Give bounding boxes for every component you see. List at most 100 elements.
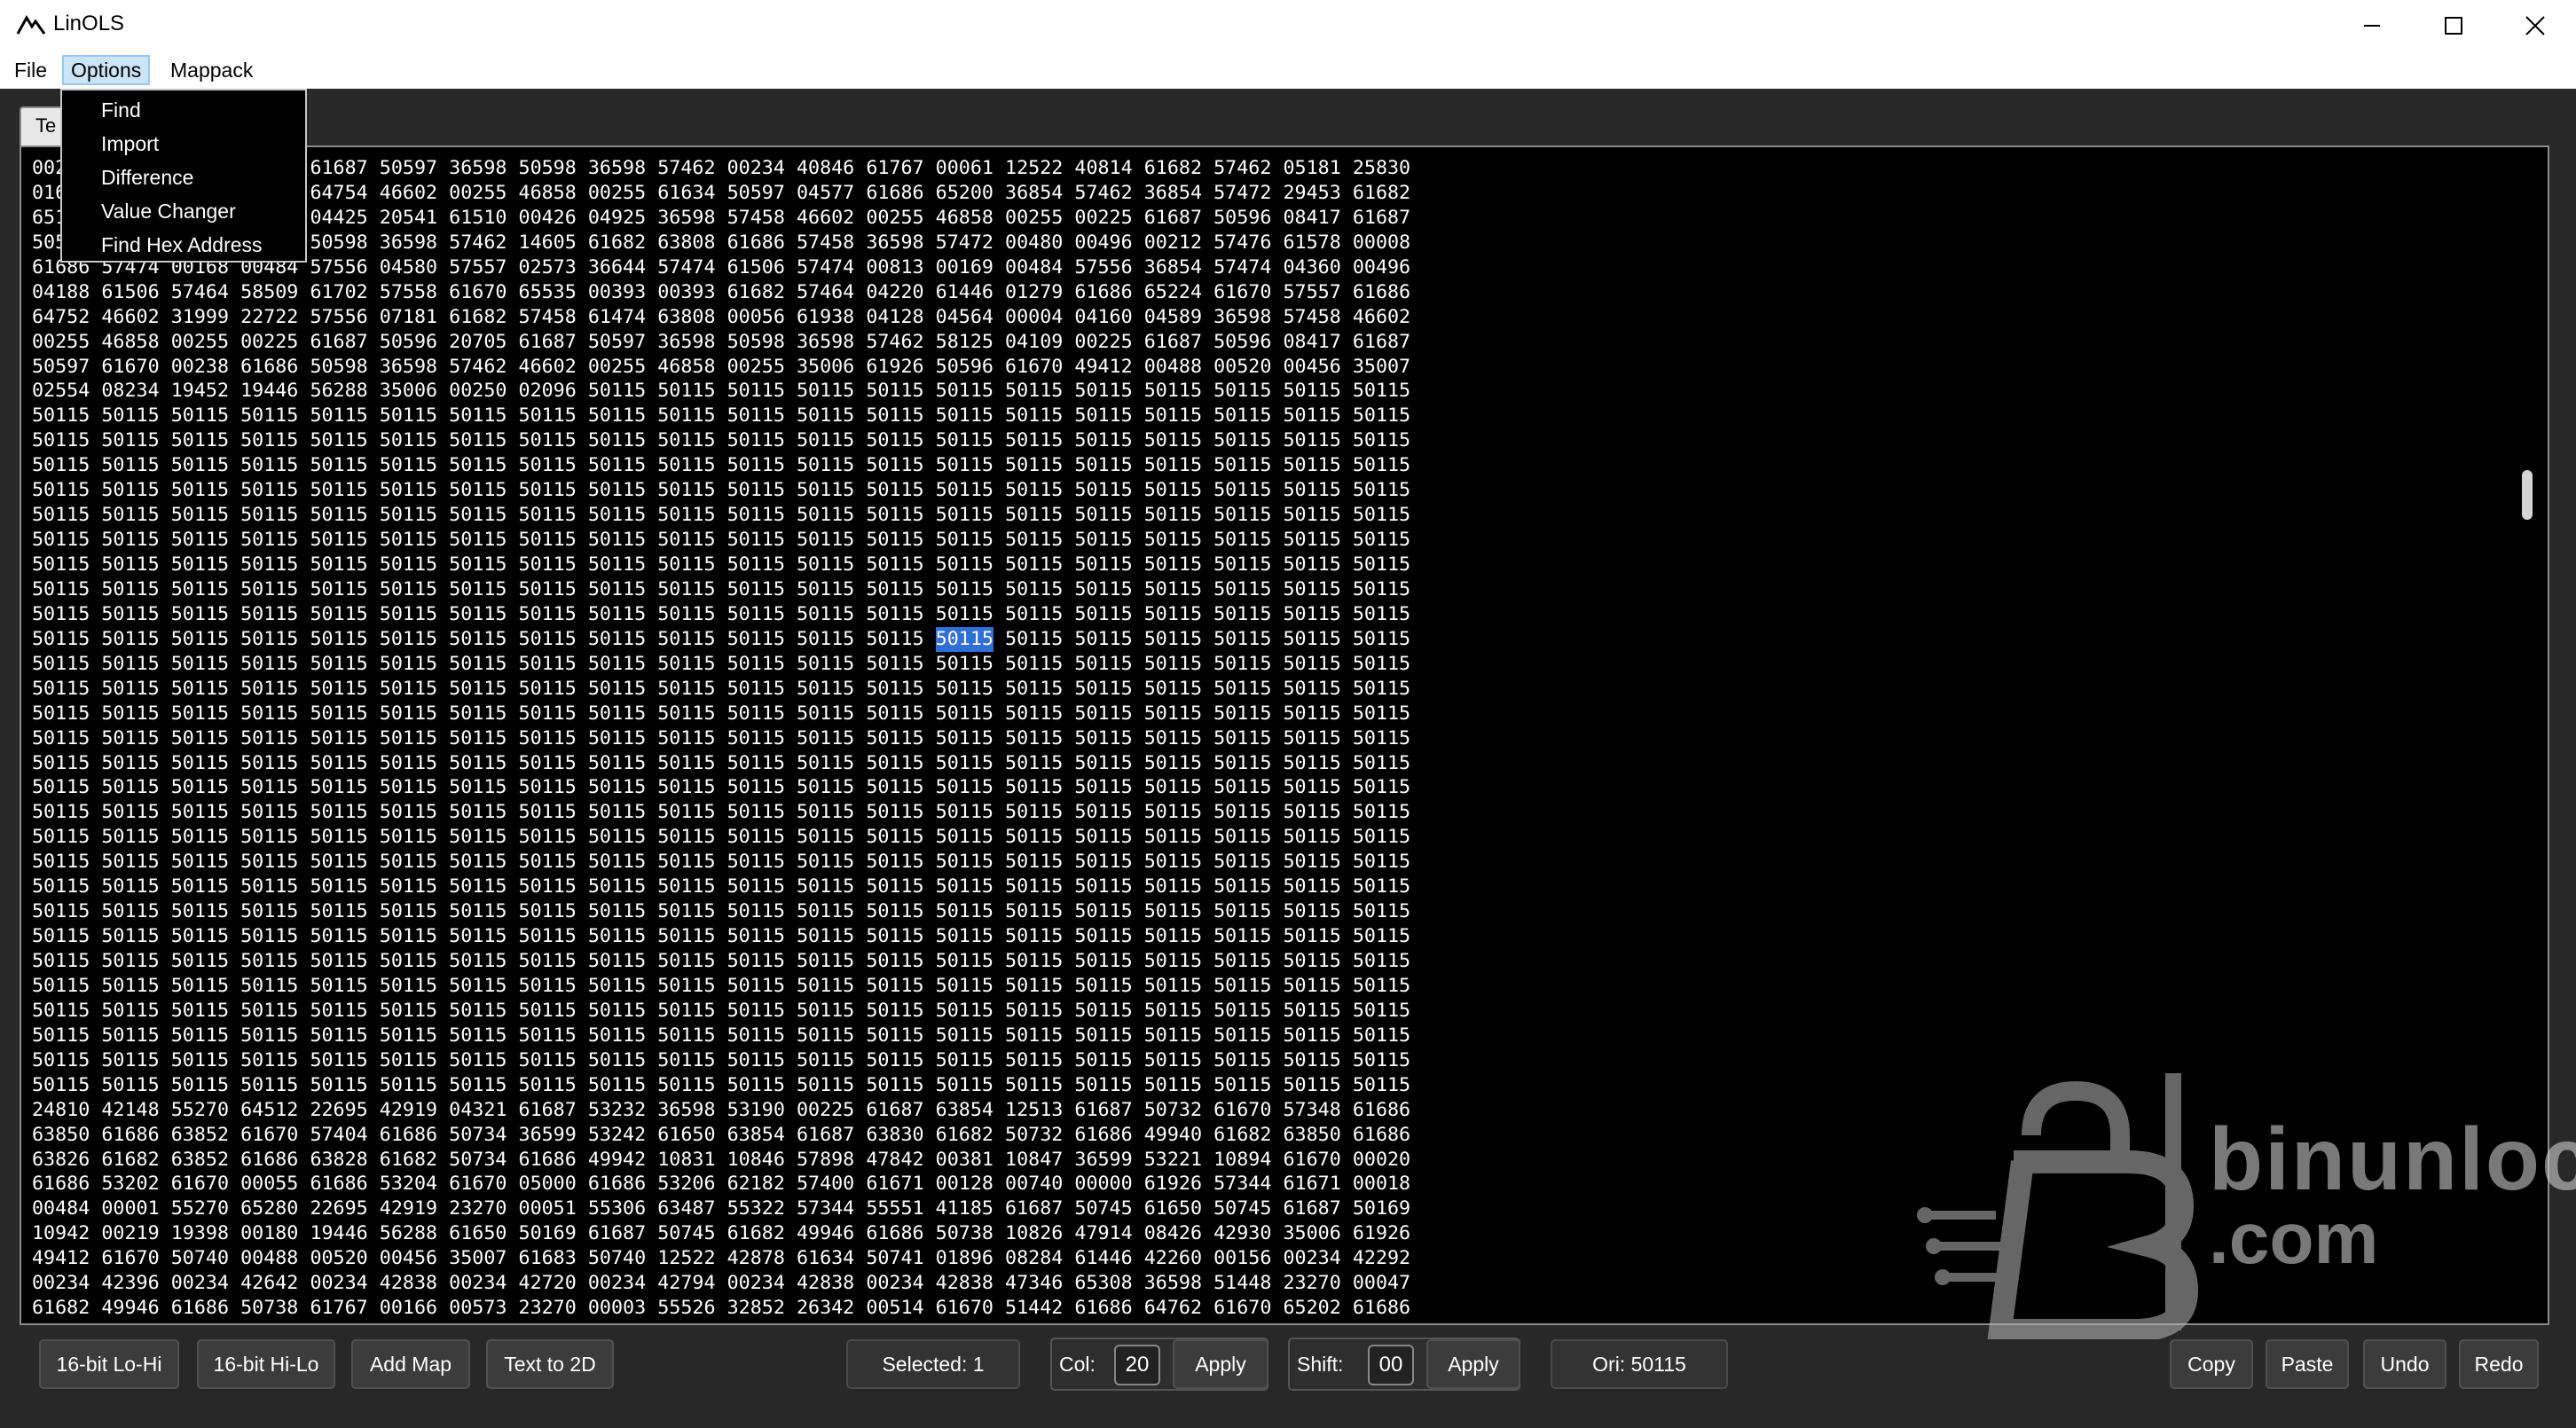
grid-cell[interactable]: 50115 <box>797 652 854 677</box>
grid-cell[interactable]: 35007 <box>1353 355 1410 380</box>
grid-cell[interactable]: 00255 <box>588 355 646 380</box>
grid-cell[interactable]: 50115 <box>866 974 923 999</box>
grid-cell[interactable]: 64752 <box>32 305 90 330</box>
grid-cell[interactable]: 50115 <box>727 726 785 751</box>
grid-cell[interactable]: 36598 <box>657 1098 715 1123</box>
grid-cell[interactable]: 50115 <box>866 503 923 528</box>
grid-cell[interactable]: 08417 <box>1283 330 1340 355</box>
grid-cell[interactable]: 50115 <box>32 1024 90 1048</box>
grid-cell[interactable]: 63808 <box>657 231 715 255</box>
grid-cell[interactable]: 61670 <box>936 1296 993 1321</box>
grid-cell[interactable]: 55526 <box>657 1296 715 1321</box>
grid-cell[interactable]: 08426 <box>1144 1221 1202 1246</box>
grid-cell[interactable]: 50115 <box>1213 800 1271 825</box>
grid-cell[interactable]: 50115 <box>380 652 437 677</box>
grid-cell[interactable]: 50115 <box>1353 850 1410 875</box>
grid-cell[interactable]: 50115 <box>727 800 785 825</box>
grid-cell[interactable]: 61634 <box>657 181 715 206</box>
grid-cell[interactable]: 65202 <box>1283 1296 1340 1321</box>
grid-cell[interactable]: 50115 <box>936 503 993 528</box>
grid-cell[interactable]: 50115 <box>101 627 159 652</box>
grid-cell[interactable]: 50115 <box>449 999 507 1024</box>
grid-cell[interactable]: 61687 <box>1353 206 1410 231</box>
grid-cell[interactable]: 50115 <box>449 503 507 528</box>
grid-cell[interactable]: 50115 <box>1074 577 1132 602</box>
grid-cell[interactable]: 50115 <box>449 899 507 924</box>
grid-cell[interactable]: 50115 <box>866 379 923 404</box>
grid-cell[interactable]: 57464 <box>171 280 229 305</box>
grid-cell[interactable]: 50115 <box>449 825 507 850</box>
grid-cell[interactable]: 50115 <box>1353 949 1410 974</box>
grid-cell[interactable]: 57474 <box>797 255 854 280</box>
menu-item-find[interactable]: Find <box>101 94 141 126</box>
grid-cell[interactable]: 50115 <box>519 800 577 825</box>
scrollbar-thumb[interactable] <box>2522 470 2533 520</box>
grid-cell[interactable]: 50115 <box>797 825 854 850</box>
grid-cell[interactable]: 50115 <box>1353 627 1410 652</box>
text-to-2d-button[interactable]: Text to 2D <box>486 1339 614 1389</box>
grid-cell[interactable]: 50115 <box>936 528 993 553</box>
grid-cell[interactable]: 51450 <box>588 1321 646 1323</box>
grid-cell[interactable]: 61686 <box>240 355 298 380</box>
grid-cell[interactable]: 01279 <box>1005 280 1063 305</box>
grid-cell[interactable]: 00225 <box>797 1098 854 1123</box>
grid-cell[interactable]: 57556 <box>310 255 367 280</box>
grid-cell[interactable]: 50115 <box>1353 999 1410 1024</box>
grid-cell[interactable]: 00234 <box>449 1271 507 1296</box>
grid-cell[interactable]: 00234 <box>310 1271 367 1296</box>
grid-cell[interactable]: 50115 <box>1213 404 1271 428</box>
grid-cell[interactable]: 50115 <box>1353 800 1410 825</box>
grid-cell[interactable]: 50115 <box>1074 850 1132 875</box>
grid-cell[interactable]: 00393 <box>657 280 715 305</box>
grid-cell[interactable]: 50115 <box>1144 677 1202 702</box>
grid-cell[interactable]: 42838 <box>380 1271 437 1296</box>
grid-cell[interactable]: 36598 <box>380 231 437 255</box>
grid-cell[interactable]: 50115 <box>310 850 367 875</box>
grid-cell[interactable]: 50115 <box>1283 627 1340 652</box>
grid-cell[interactable]: 00813 <box>866 255 923 280</box>
grid-cell[interactable]: 50115 <box>310 899 367 924</box>
grid-cell[interactable]: 10942 <box>32 1221 90 1246</box>
grid-cell[interactable]: 42720 <box>519 1271 577 1296</box>
grid-cell[interactable]: 50115 <box>657 825 715 850</box>
grid-cell[interactable]: 50115 <box>588 726 646 751</box>
grid-cell[interactable]: 50115 <box>727 875 785 899</box>
grid-cell[interactable]: 50115 <box>310 602 367 627</box>
grid-cell[interactable]: 50115 <box>657 677 715 702</box>
grid-cell[interactable]: 35006 <box>1283 1221 1340 1246</box>
grid-cell[interactable]: 50115 <box>1353 404 1410 428</box>
grid-cell[interactable]: 12522 <box>1005 156 1063 181</box>
grid-cell[interactable]: 50115 <box>101 453 159 478</box>
grid-cell[interactable]: 50115 <box>310 528 367 553</box>
grid-cell[interactable]: 61686 <box>1074 1296 1132 1321</box>
grid-cell[interactable]: 63830 <box>866 1123 923 1148</box>
grid-cell[interactable]: 50115 <box>1283 453 1340 478</box>
grid-cell[interactable]: 50115 <box>240 503 298 528</box>
grid-cell[interactable]: 36598 <box>449 156 507 181</box>
grid-cell[interactable]: 50115 <box>101 702 159 726</box>
grid-cell[interactable]: 50115 <box>32 503 90 528</box>
grid-cell[interactable]: 00573 <box>449 1296 507 1321</box>
grid-cell[interactable]: 50115 <box>797 775 854 800</box>
grid-cell[interactable]: 02096 <box>519 379 577 404</box>
grid-cell[interactable]: 50115 <box>936 553 993 577</box>
grid-cell[interactable]: 46858 <box>657 355 715 380</box>
grid-cell[interactable]: 08284 <box>1005 1246 1063 1271</box>
grid-cell[interactable]: 50115 <box>936 1073 993 1098</box>
paste-button[interactable]: Paste <box>2266 1339 2349 1389</box>
grid-cell[interactable]: 63828 <box>310 1148 367 1173</box>
grid-cell[interactable]: 50115 <box>657 478 715 503</box>
grid-cell[interactable]: 61686 <box>1074 1123 1132 1148</box>
grid-cell[interactable]: 50115 <box>449 528 507 553</box>
grid-cell[interactable]: 50115 <box>1283 800 1340 825</box>
grid-cell[interactable]: 50115 <box>727 503 785 528</box>
menu-mappack[interactable]: Mappack <box>163 55 260 85</box>
grid-cell[interactable]: 47346 <box>1005 1271 1063 1296</box>
grid-cell[interactable]: 50115 <box>797 478 854 503</box>
grid-cell[interactable]: 50115 <box>101 503 159 528</box>
grid-cell[interactable]: 50115 <box>1353 453 1410 478</box>
copy-button[interactable]: Copy <box>2170 1339 2253 1389</box>
grid-cell[interactable]: 00234 <box>32 1271 90 1296</box>
grid-cell[interactable]: 00225 <box>240 330 298 355</box>
grid-cell[interactable]: 12522 <box>657 1246 715 1271</box>
